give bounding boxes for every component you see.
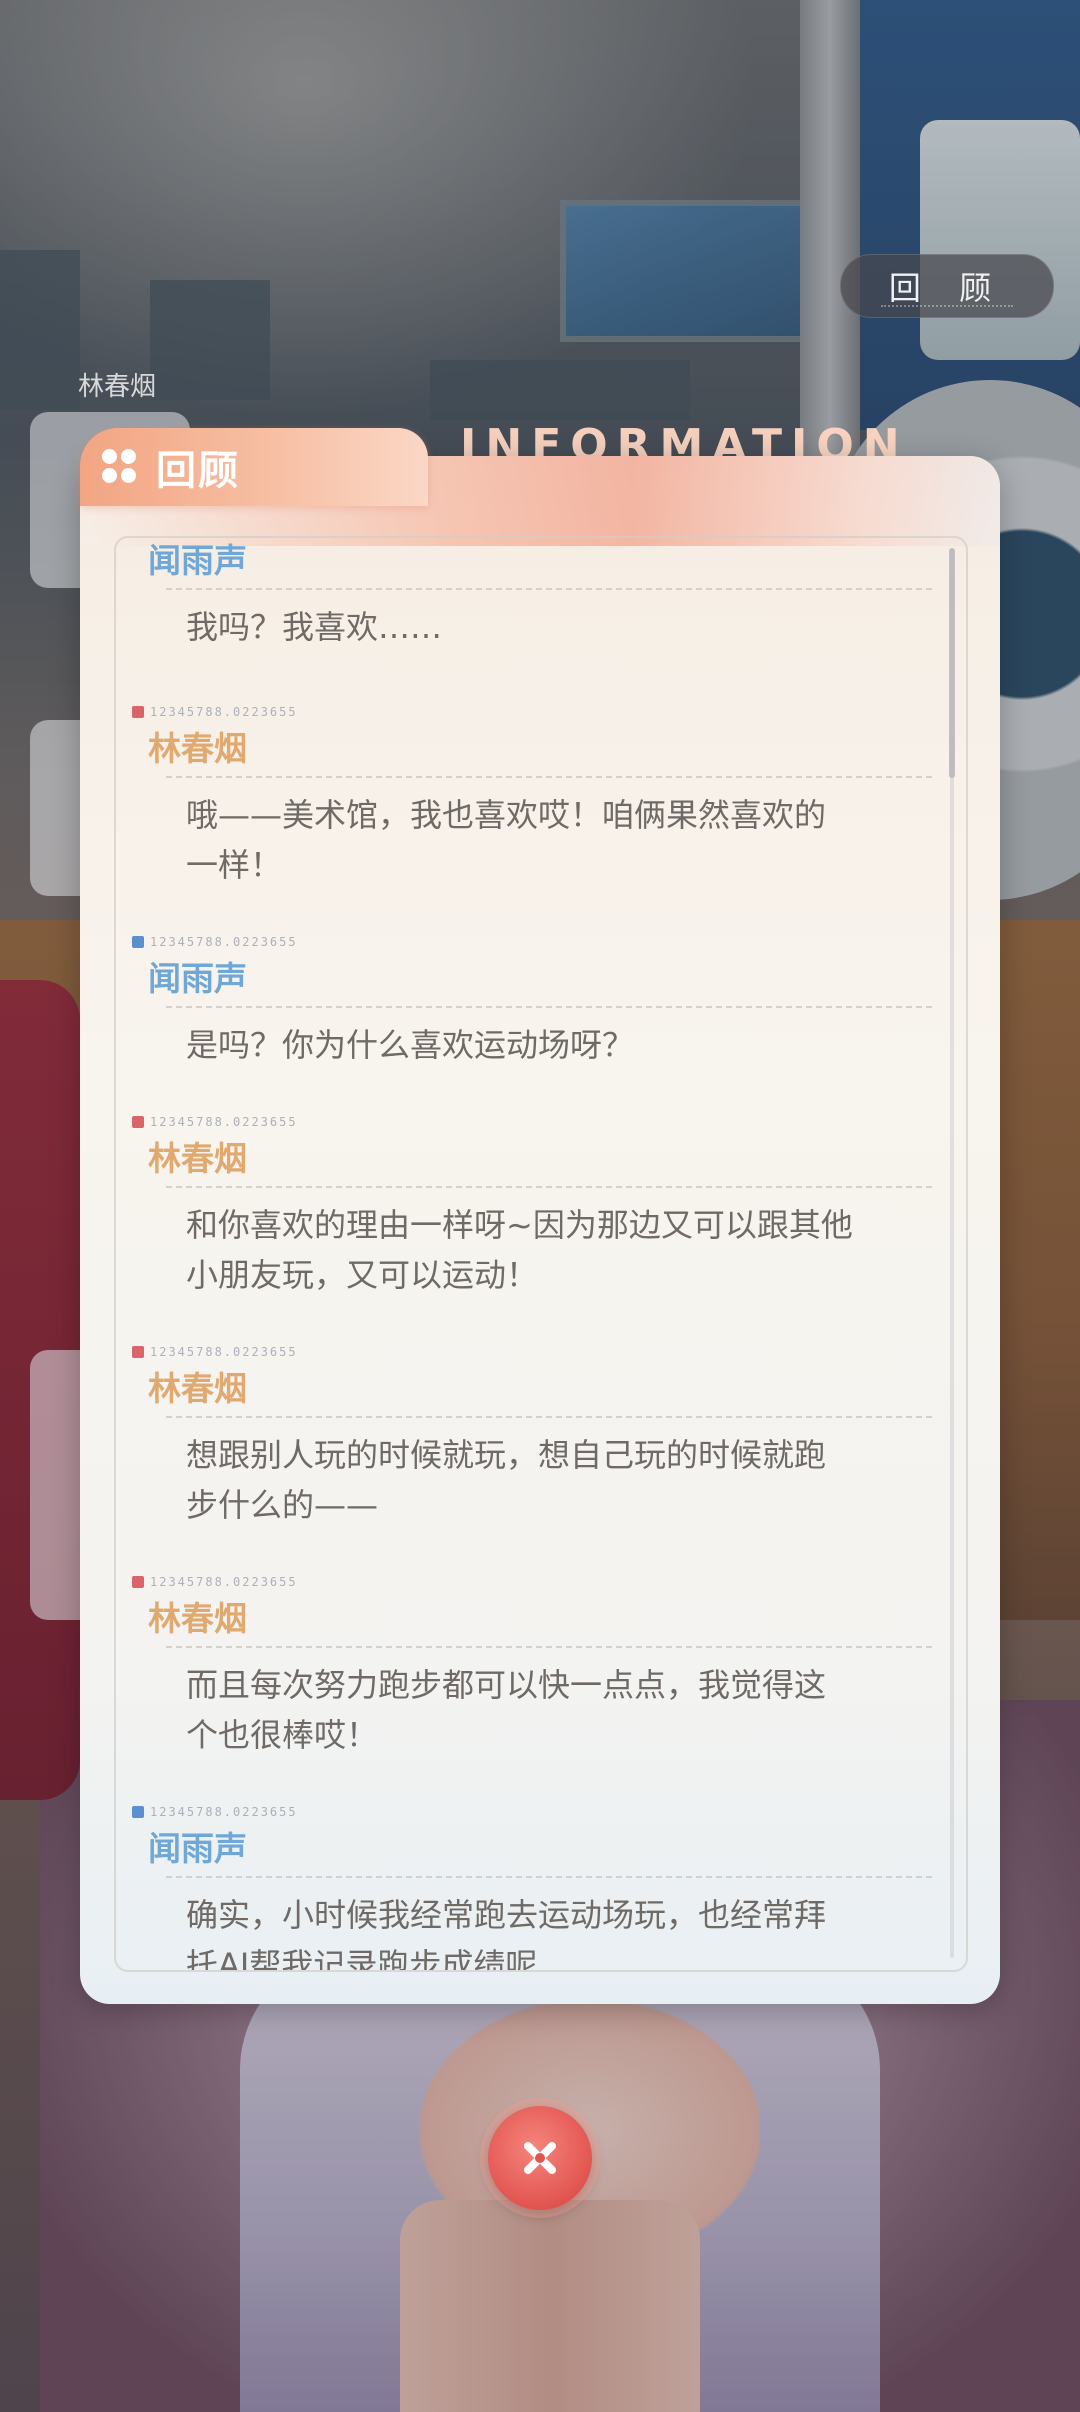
dialogue-line: 托AI帮我记录跑步成绩呢	[186, 1946, 538, 1972]
speaker-tag-icon	[132, 936, 144, 948]
dialogue-line: 个也很棒哎！	[186, 1716, 379, 1754]
divider	[166, 1876, 932, 1878]
dialogue-line: 和你喜欢的理由一样呀~因为那边又可以跟其他	[186, 1206, 853, 1244]
entry-id-tag: 12345788.0223655	[132, 1114, 298, 1130]
speaker-name: 林春烟	[148, 729, 247, 768]
divider	[166, 1646, 932, 1648]
entry-id: 12345788.0223655	[150, 935, 298, 949]
review-button[interactable]: 回 顾	[840, 254, 1054, 318]
divider	[166, 1006, 932, 1008]
speaker-tag-icon	[132, 1576, 144, 1588]
close-button[interactable]	[488, 2106, 592, 2210]
divider	[166, 588, 932, 590]
scrollbar-thumb[interactable]	[949, 548, 955, 778]
dialogue-line: 确实，小时候我经常跑去运动场玩，也经常拜	[186, 1896, 827, 1934]
panel-title-tab: 回顾	[80, 428, 428, 506]
panel-title: 回顾	[156, 448, 240, 494]
speaker-tag-icon	[132, 1806, 144, 1818]
dialogue-line: 是吗？你为什么喜欢运动场呀？	[186, 1026, 635, 1064]
speaker-name: 闻雨声	[148, 959, 247, 998]
grid-icon	[102, 449, 138, 485]
dialogue-line: 想跟别人玩的时候就玩，想自己玩的时候就跑	[186, 1436, 827, 1474]
speaker-tag-icon	[132, 706, 144, 718]
dialogue-line: 一样！	[186, 846, 283, 884]
divider	[166, 776, 932, 778]
entry-id-tag: 12345788.0223655	[132, 1574, 298, 1590]
speaker-name: 林春烟	[148, 1369, 247, 1408]
divider	[166, 1416, 932, 1418]
background-speaker-name: 林春烟	[78, 372, 157, 402]
speaker-name: 闻雨声	[148, 541, 247, 580]
entry-id-tag: 12345788.0223655	[132, 934, 298, 950]
speaker-name: 林春烟	[148, 1139, 247, 1178]
entry-id: 12345788.0223655	[150, 1575, 298, 1589]
dialogue-line: 而且每次努力跑步都可以快一点点，我觉得这	[186, 1666, 827, 1704]
entry-id: 12345788.0223655	[150, 1115, 298, 1129]
speaker-tag-icon	[132, 1116, 144, 1128]
speaker-tag-icon	[132, 1346, 144, 1358]
entry-id: 12345788.0223655	[150, 1345, 298, 1359]
entry-id: 12345788.0223655	[150, 1805, 298, 1819]
speaker-name: 林春烟	[148, 1599, 247, 1638]
close-x-icon	[524, 2142, 556, 2174]
dialogue-log-list[interactable]: 闻雨声 我吗？我喜欢…… 12345788.0223655 林春烟 哦——美术馆…	[114, 536, 968, 1972]
entry-id-tag: 12345788.0223655	[132, 704, 298, 720]
dialogue-line: 小朋友玩，又可以运动！	[186, 1256, 539, 1294]
dialogue-line: 我吗？我喜欢……	[186, 608, 443, 646]
review-button-label: 回 顾	[888, 269, 1006, 307]
entry-id-tag: 12345788.0223655	[132, 1344, 298, 1360]
speaker-name: 闻雨声	[148, 1829, 247, 1868]
entry-id: 12345788.0223655	[150, 705, 298, 719]
dialogue-line: 步什么的——	[186, 1486, 379, 1524]
entry-id-tag: 12345788.0223655	[132, 1804, 298, 1820]
dialogue-line: 哦——美术馆，我也喜欢哎！咱俩果然喜欢的	[186, 796, 827, 834]
divider	[166, 1186, 932, 1188]
